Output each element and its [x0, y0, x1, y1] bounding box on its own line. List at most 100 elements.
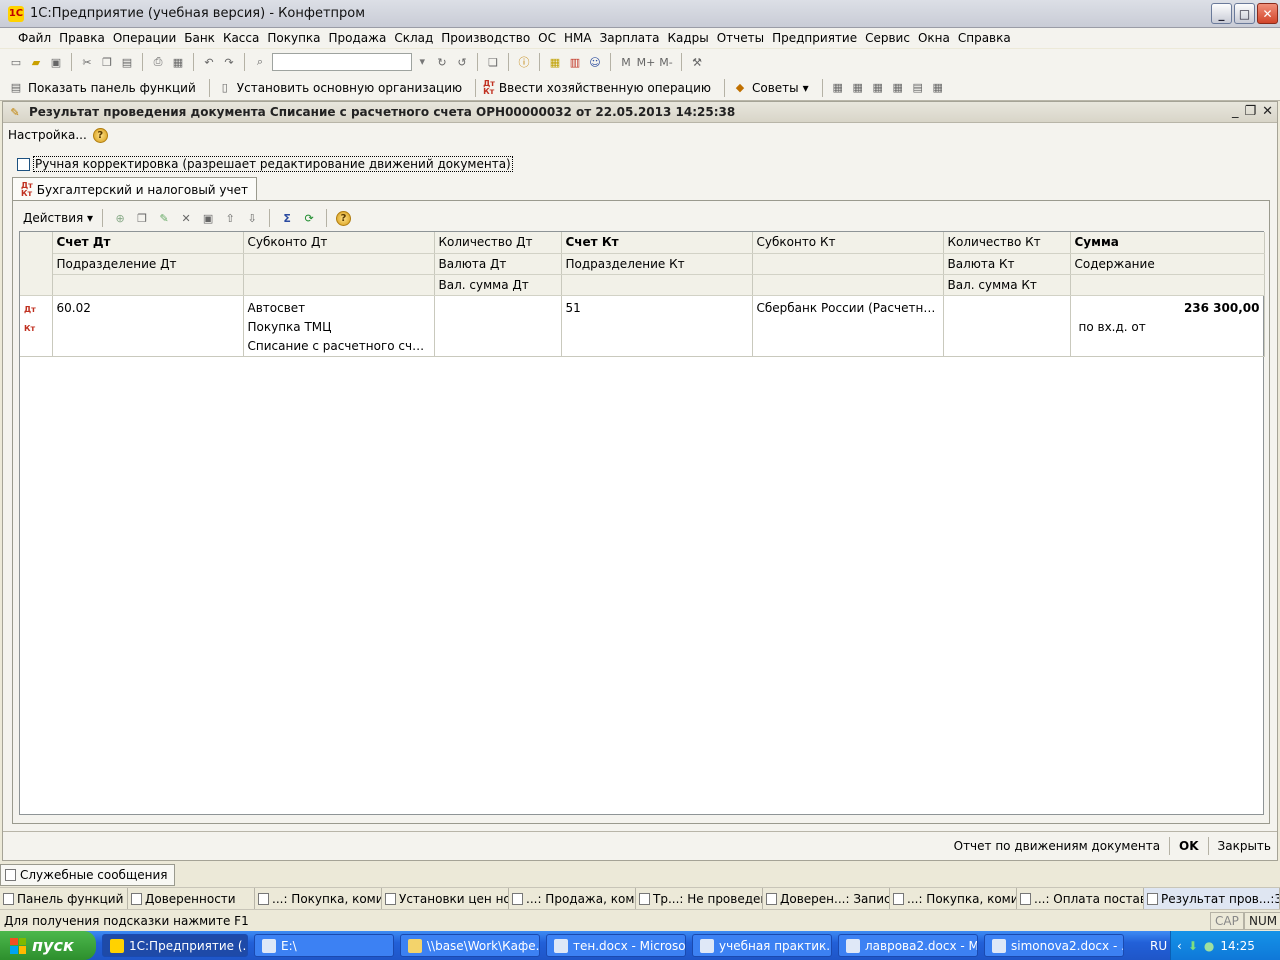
- help-icon[interactable]: ?: [336, 210, 352, 226]
- window-tab[interactable]: Тр...: Не проведен *: [636, 888, 763, 909]
- window-tab[interactable]: ...: Покупка, коми...: [890, 888, 1017, 909]
- doc-minimize-button[interactable]: _: [1232, 104, 1239, 119]
- menu-purchase[interactable]: Покупка: [263, 31, 324, 45]
- taskbar-item-word[interactable]: тен.docx - Microso...: [546, 934, 686, 957]
- menu-hr[interactable]: Кадры: [663, 31, 712, 45]
- edit-icon[interactable]: ✎: [156, 210, 172, 226]
- cell-quantity-kt[interactable]: [943, 295, 1071, 357]
- redo-icon[interactable]: ↷: [221, 54, 237, 70]
- memory-minus-icon[interactable]: M-: [658, 54, 674, 70]
- window-tab[interactable]: ...: Оплата постав...: [1017, 888, 1144, 909]
- cell-account-dt[interactable]: 60.02: [52, 295, 244, 357]
- actions-menu[interactable]: Действия ▾: [23, 211, 93, 225]
- memory-plus-icon[interactable]: M+: [637, 54, 656, 70]
- manual-edit-label[interactable]: Ручная корректировка (разрешает редактир…: [33, 156, 513, 172]
- help-icon[interactable]: ?: [92, 127, 108, 143]
- menu-windows[interactable]: Окна: [914, 31, 954, 45]
- col-content[interactable]: Содержание: [1070, 253, 1265, 275]
- movements-report-button[interactable]: Отчет по движениям документа: [954, 839, 1160, 853]
- show-panel-button[interactable]: ▤ Показать панель функций: [8, 80, 202, 96]
- menu-production[interactable]: Производство: [437, 31, 534, 45]
- taskbar-item-1c[interactable]: 1С:Предприятие (...: [102, 934, 248, 957]
- close-doc-button[interactable]: Закрыть: [1218, 839, 1271, 853]
- table-row[interactable]: Дт Кт 60.02 Автосвет Покупка ТМЦ Списание…: [20, 295, 1265, 357]
- taskbar-item-folder[interactable]: \\base\Work\Кафе...: [400, 934, 540, 957]
- col-subconto-dt[interactable]: Субконто Дт: [243, 232, 435, 254]
- calendar-icon[interactable]: ▥: [567, 54, 583, 70]
- journal-icon[interactable]: ▦: [830, 80, 846, 96]
- tray-arrow-icon[interactable]: ‹: [1177, 939, 1182, 953]
- menu-salary[interactable]: Зарплата: [596, 31, 664, 45]
- calculator-icon[interactable]: ▦: [547, 54, 563, 70]
- move-up-icon[interactable]: ⇧: [222, 210, 238, 226]
- save-row-icon[interactable]: ▣: [200, 210, 216, 226]
- copy-row-icon[interactable]: ❐: [134, 210, 150, 226]
- menu-operations[interactable]: Операции: [109, 31, 180, 45]
- find-next-icon[interactable]: ↻: [434, 54, 450, 70]
- new-document-icon[interactable]: ▭: [8, 54, 24, 70]
- search-combo[interactable]: [272, 53, 425, 71]
- window-tab[interactable]: Панель функций: [0, 888, 128, 909]
- windows-icon[interactable]: ❏: [485, 54, 501, 70]
- col-subconto-kt[interactable]: Субконто Кт: [752, 232, 944, 254]
- service-messages-tab[interactable]: Служебные сообщения: [0, 864, 175, 886]
- copy-icon[interactable]: ❐: [99, 54, 115, 70]
- col-sum[interactable]: Сумма: [1070, 232, 1265, 254]
- open-folder-icon[interactable]: ▰: [28, 54, 44, 70]
- col-quantity-kt[interactable]: Количество Кт: [943, 232, 1071, 254]
- window-tab[interactable]: Установки цен но...: [382, 888, 509, 909]
- menu-fixed-assets[interactable]: ОС: [534, 31, 560, 45]
- doc-close-button[interactable]: ✕: [1262, 104, 1273, 119]
- tray-download-icon[interactable]: ⬇: [1188, 939, 1198, 953]
- language-indicator[interactable]: RU: [1150, 939, 1167, 953]
- menu-warehouse[interactable]: Склад: [390, 31, 437, 45]
- tools-icon[interactable]: ⚒: [689, 54, 705, 70]
- search-icon[interactable]: ⌕: [252, 54, 268, 70]
- taskbar-item-word[interactable]: лаврова2.docx - M...: [838, 934, 978, 957]
- set-organization-button[interactable]: ▯ Установить основную организацию: [217, 80, 468, 96]
- col-account-dt[interactable]: Счет Дт: [52, 232, 244, 254]
- journal-settings-icon[interactable]: ▦: [930, 80, 946, 96]
- print-preview-icon[interactable]: ▦: [170, 54, 186, 70]
- cell-sum[interactable]: 236 300,00 по вх.д. от: [1070, 295, 1265, 357]
- undo-icon[interactable]: ↶: [201, 54, 217, 70]
- window-tab[interactable]: ...: Покупка, коми...: [255, 888, 382, 909]
- tab-accounting[interactable]: Дт Кт Бухгалтерский и налоговый учет: [12, 177, 257, 201]
- menu-bank[interactable]: Банк: [180, 31, 219, 45]
- settings-link[interactable]: Настройка...: [8, 128, 87, 142]
- journal-add-icon[interactable]: ▦: [850, 80, 866, 96]
- enter-operation-button[interactable]: Дт Кт Ввести хозяйственную операцию: [483, 79, 717, 96]
- col-currency-sum-dt[interactable]: Вал. сумма Дт: [434, 274, 562, 296]
- ok-button[interactable]: OK: [1179, 839, 1199, 853]
- start-button[interactable]: пуск: [0, 931, 96, 960]
- print-icon[interactable]: ⎙: [150, 54, 166, 70]
- menu-enterprise[interactable]: Предприятие: [768, 31, 861, 45]
- minimize-button[interactable]: _: [1211, 3, 1232, 24]
- col-account-kt[interactable]: Счет Кт: [561, 232, 753, 254]
- col-department-kt[interactable]: Подразделение Кт: [561, 253, 753, 275]
- window-tab[interactable]: ...: Продажа, коми...: [509, 888, 636, 909]
- cell-subconto-kt[interactable]: Сбербанк России (Расчетный): [752, 295, 944, 357]
- save-icon[interactable]: ▣: [48, 54, 64, 70]
- add-icon[interactable]: ⊕: [112, 210, 128, 226]
- manual-edit-checkbox[interactable]: [17, 157, 30, 171]
- window-tab[interactable]: Доверенности: [128, 888, 255, 909]
- taskbar-item-word[interactable]: учебная практик...: [692, 934, 832, 957]
- cell-subconto-dt[interactable]: Автосвет Покупка ТМЦ Списание с расчетно…: [243, 295, 435, 357]
- journal-print-icon[interactable]: ▦: [890, 80, 906, 96]
- window-tab[interactable]: Доверен...: Записан: [763, 888, 890, 909]
- move-down-icon[interactable]: ⇩: [244, 210, 260, 226]
- menu-intangibles[interactable]: НМА: [560, 31, 596, 45]
- tips-button[interactable]: ◆ Советы ▾: [732, 80, 815, 96]
- paste-icon[interactable]: ▤: [119, 54, 135, 70]
- col-currency-sum-kt[interactable]: Вал. сумма Кт: [943, 274, 1071, 296]
- refresh-icon[interactable]: ⟳: [301, 210, 317, 226]
- col-department-dt[interactable]: Подразделение Дт: [52, 253, 244, 275]
- delete-icon[interactable]: ✕: [178, 210, 194, 226]
- cut-icon[interactable]: ✂: [79, 54, 95, 70]
- doc-restore-button[interactable]: ❐: [1244, 104, 1256, 119]
- taskbar-item-word[interactable]: simonova2.docx - ...: [984, 934, 1124, 957]
- journal-list-icon[interactable]: ▤: [910, 80, 926, 96]
- sum-icon[interactable]: Σ: [279, 210, 295, 226]
- menu-edit[interactable]: Правка: [55, 31, 109, 45]
